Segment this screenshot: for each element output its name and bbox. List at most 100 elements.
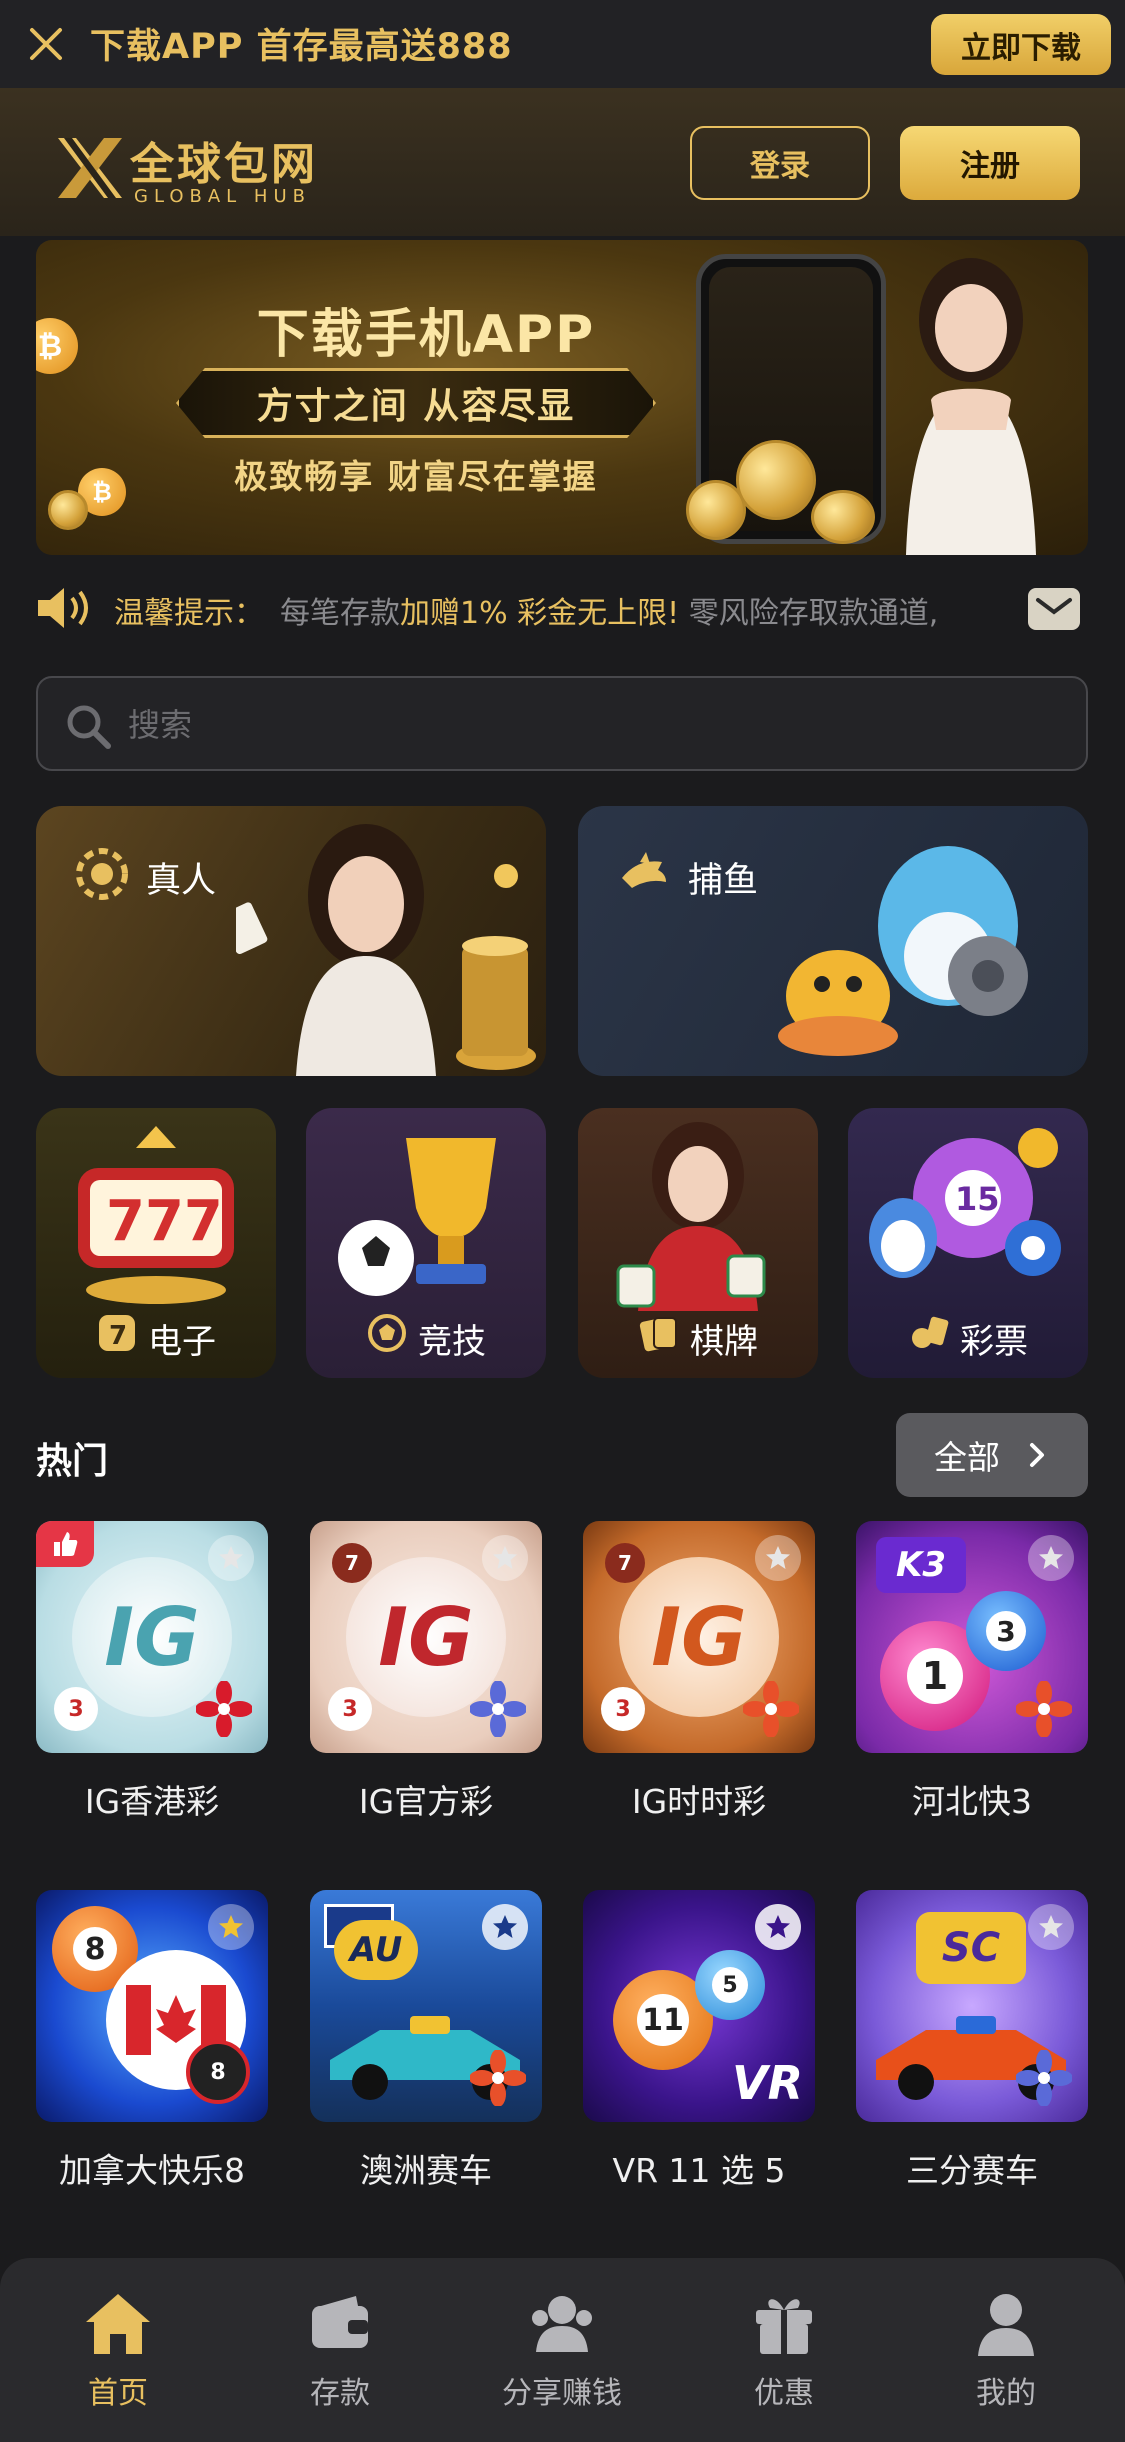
svg-text:777: 777 — [106, 1189, 223, 1254]
ball-icon: 3 — [328, 1687, 372, 1731]
game-thumbnail: 11 5 VR — [583, 1890, 815, 2122]
register-button[interactable]: 注册 — [900, 126, 1080, 200]
favorite-star-icon[interactable] — [208, 1535, 254, 1581]
category-sports-label: 竞技 — [418, 1322, 486, 1362]
game-name: 三分赛车 — [906, 2151, 1038, 2190]
game-card[interactable]: IG 3 IG香港彩 — [36, 1521, 268, 1823]
search-box[interactable] — [36, 676, 1088, 771]
nav-promotions[interactable]: 优惠 — [684, 2288, 884, 2412]
favorite-star-icon[interactable] — [1028, 1904, 1074, 1950]
banner-ribbon-text: 方寸之间 从容尽显 — [256, 386, 576, 427]
nav-home-label: 首页 — [88, 2376, 148, 2411]
chip-icon: 8 — [186, 2040, 250, 2104]
download-bar-title: 下载APP 首存最高送888 — [90, 27, 513, 67]
shark-mascot-image — [778, 846, 1028, 1056]
site-header: 全球包网 GLOBAL HUB 登录 注册 — [0, 88, 1125, 236]
game-thumbnail: AU — [310, 1890, 542, 2122]
ball-icon: 5 — [695, 1950, 765, 2020]
favorite-star-icon[interactable] — [1028, 1535, 1074, 1581]
game-name: 河北快3 — [912, 1782, 1032, 1821]
coin-icon — [48, 490, 88, 530]
nav-profile-label: 我的 — [976, 2376, 1036, 2411]
speaker-icon — [36, 586, 96, 630]
game-thumbnail: K3 1 3 — [856, 1521, 1088, 1753]
game-card[interactable]: K3 1 3 河北快3 — [856, 1521, 1088, 1823]
nav-deposit-label: 存款 — [310, 2376, 370, 2411]
category-slots[interactable]: 777 7 电子 — [36, 1108, 276, 1378]
game-name: IG时时彩 — [631, 1782, 767, 1821]
logo-x-icon — [54, 132, 126, 204]
vr-logo: VR — [731, 2056, 803, 2110]
category-cards[interactable]: 棋牌 — [578, 1108, 818, 1378]
notice-message: 每笔存款加赠1% 彩金无上限! 零风险存取款通道, — [280, 588, 1040, 632]
ball-icon: 7 — [605, 1543, 645, 1583]
game-card[interactable]: IG 3 7 IG官方彩 — [310, 1521, 542, 1823]
game-name: VR 11 选 5 — [612, 2151, 786, 2190]
game-card[interactable]: 8 8 加拿大快乐8 — [36, 1890, 268, 2192]
logo-subtext: GLOBAL HUB — [134, 186, 311, 207]
game-thumbnail: IG 3 — [36, 1521, 268, 1753]
ball-icon: 3 — [966, 1591, 1046, 1671]
lottery-balls-image: 15 — [869, 1128, 1061, 1278]
download-bar: 下载APP 首存最高送888 立即下载 — [0, 0, 1125, 88]
favorite-star-icon[interactable] — [755, 1904, 801, 1950]
favorite-star-icon[interactable] — [482, 1535, 528, 1581]
game-card[interactable]: AU 澳洲赛车 — [310, 1890, 542, 2192]
category-live-label: 真人 — [146, 861, 217, 901]
game-name: IG官方彩 — [358, 1782, 494, 1821]
users-icon — [532, 2296, 592, 2352]
favorite-star-icon[interactable] — [208, 1904, 254, 1950]
search-input[interactable] — [128, 696, 1028, 754]
ball-icon: 3 — [54, 1687, 98, 1731]
bitcoin-coin-icon: ₿ — [36, 318, 78, 374]
notice-text: 每笔存款 — [280, 596, 400, 631]
svg-text:7: 7 — [109, 1321, 127, 1351]
category-fishing[interactable]: 捕鱼 — [578, 806, 1088, 1076]
login-button[interactable]: 登录 — [690, 126, 870, 200]
favorite-star-icon[interactable] — [755, 1535, 801, 1581]
banner-subtitle: 极致畅享 财富尽在掌握 — [234, 457, 598, 496]
game-card[interactable]: IG 3 7 IG时时彩 — [583, 1521, 815, 1823]
3msc-logo: SC — [916, 1912, 1026, 1984]
nav-share-earn[interactable]: 分享赚钱 — [462, 2288, 662, 2412]
nav-home[interactable]: 首页 — [18, 2288, 218, 2412]
notice-bar: 温馨提示： 每笔存款加赠1% 彩金无上限! 零风险存取款通道, — [36, 578, 1088, 634]
ball-icon: 3 — [601, 1687, 645, 1731]
mail-icon[interactable] — [1028, 588, 1080, 630]
close-icon[interactable] — [24, 22, 68, 66]
game-card[interactable]: 11 5 VR VR 11 选 5 — [583, 1890, 815, 2192]
bottom-nav: 首页 存款 分享赚钱 优惠 我的 — [0, 2258, 1125, 2442]
notice-text: 零风险存取款通道, — [679, 596, 939, 631]
category-slots-label: 电子 — [148, 1322, 216, 1362]
hot-section-title: 热门 — [36, 1441, 109, 1482]
category-lottery-label: 彩票 — [960, 1322, 1028, 1362]
game-name: 澳洲赛车 — [360, 2151, 492, 2190]
live-dealer-image — [236, 824, 536, 1076]
search-icon — [64, 702, 112, 750]
coin-icon — [811, 490, 875, 544]
svg-text:15: 15 — [955, 1180, 1000, 1218]
category-live[interactable]: 真人 — [36, 806, 546, 1076]
game-card[interactable]: SC 三分赛车 — [856, 1890, 1088, 2192]
lottery-icon — [908, 1312, 950, 1354]
flower-icon — [1016, 1681, 1072, 1737]
favorite-star-icon[interactable] — [482, 1904, 528, 1950]
chip-icon — [76, 848, 128, 900]
nav-deposit[interactable]: 存款 — [240, 2288, 440, 2412]
nav-profile[interactable]: 我的 — [906, 2288, 1106, 2412]
nav-share-earn-label: 分享赚钱 — [502, 2376, 622, 2411]
game-thumbnail: IG 3 7 — [583, 1521, 815, 1753]
promo-banner[interactable]: ₿ ₿ 下载手机APP 方寸之间 从容尽显 极致畅享 财富尽在掌握 — [36, 240, 1088, 555]
au-badge: AU — [334, 1920, 418, 1980]
nav-promotions-label: 优惠 — [754, 2376, 814, 2411]
flower-icon — [743, 1681, 799, 1737]
k3-logo: K3 — [876, 1537, 966, 1593]
download-now-button[interactable]: 立即下载 — [931, 14, 1111, 75]
flower-icon — [470, 1681, 526, 1737]
game-thumbnail: IG 3 7 — [310, 1521, 542, 1753]
category-sports[interactable]: 竞技 — [306, 1108, 546, 1378]
view-all-button[interactable]: 全部 — [896, 1413, 1088, 1497]
category-lottery[interactable]: 15 彩票 — [848, 1108, 1088, 1378]
trophy-image — [338, 1138, 496, 1296]
notice-highlight: 加赠1% 彩金无上限! — [400, 596, 680, 631]
